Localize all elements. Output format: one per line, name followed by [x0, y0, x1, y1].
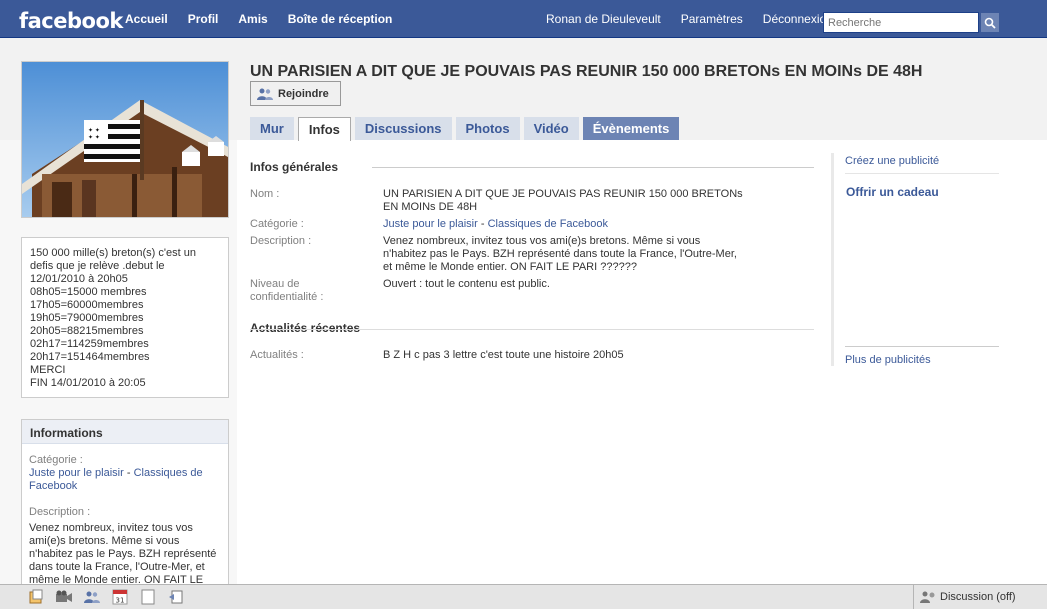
search-icon [984, 17, 996, 29]
nav-home[interactable]: Accueil [115, 12, 178, 26]
tab-info[interactable]: Infos [297, 117, 351, 141]
divider [372, 167, 814, 168]
category-link-fun[interactable]: Juste pour le plaisir [29, 467, 124, 479]
chat-status-icon [920, 591, 935, 603]
main-nav: Accueil Profil Amis Boîte de réception [115, 0, 402, 38]
category-link-classics[interactable]: Classiques de Facebook [488, 218, 608, 230]
divider [845, 346, 999, 347]
nav-inbox[interactable]: Boîte de réception [278, 12, 403, 26]
search-input[interactable] [823, 12, 979, 33]
description-line: 19h05=79000membres [30, 312, 144, 324]
description-value: Venez nombreux, invitez tous vos ami(e)s… [383, 235, 737, 273]
name-label: Nom : [250, 188, 280, 200]
tab-events[interactable]: Évènements [582, 117, 680, 140]
svg-text:✦ ✦: ✦ ✦ [88, 134, 100, 141]
tab-photos[interactable]: Photos [455, 117, 520, 140]
bookmark-icon[interactable] [166, 588, 186, 606]
group-profile-picture[interactable]: ✦ ✦ ✦ ✦ [21, 61, 229, 218]
description-line: 08h05=15000 membres [30, 286, 147, 298]
join-button[interactable]: Rejoindre [250, 81, 341, 106]
account-nav: Ronan de Dieuleveult Paramètres Déconnex… [536, 0, 843, 38]
group-tabs: Mur Infos Discussions Photos Vidéo Évène… [250, 117, 683, 141]
calendar-icon[interactable]: 31 [110, 588, 130, 606]
friends-icon[interactable] [82, 588, 102, 606]
description-text: Venez nombreux, invitez tous vos ami(e)s… [29, 522, 217, 586]
facebook-logo[interactable]: facebook [19, 9, 123, 33]
description-line: MERCI [30, 364, 66, 376]
tab-discussions[interactable]: Discussions [354, 117, 452, 140]
informations-box-body: Catégorie : Juste pour le plaisir - Clas… [22, 444, 228, 588]
description-line: 12/01/2010 à 20h05 [30, 273, 128, 285]
description-line: 150 000 mille(s) breton(s) c'est un [30, 247, 196, 259]
nav-profile[interactable]: Profil [178, 12, 229, 26]
privacy-value: Ouvert : tout le contenu est public. [383, 278, 550, 290]
description-line: 20h05=88215membres [30, 325, 144, 337]
description-line: 20h17=151464membres [30, 351, 150, 363]
category-label: Catégorie : [29, 454, 83, 466]
chat-label: Discussion (off) [940, 591, 1016, 603]
give-gift-link[interactable]: Offrir un cadeau [846, 185, 939, 199]
notes-icon[interactable] [138, 588, 158, 606]
chat-toggle[interactable]: Discussion (off) [920, 591, 1016, 603]
app-icons: 31 [26, 588, 186, 606]
nav-settings[interactable]: Paramètres [671, 12, 753, 26]
divider [250, 329, 814, 330]
applications-icon[interactable] [26, 588, 46, 606]
search-button[interactable] [980, 12, 1000, 33]
more-ads-link[interactable]: Plus de publicités [845, 354, 931, 366]
chat-bar: 31 Discussion (off) [0, 584, 1047, 609]
group-members-icon [257, 88, 273, 100]
group-description-box: 150 000 mille(s) breton(s) c'est un defi… [21, 237, 229, 398]
name-value: UN PARISIEN A DIT QUE JE POUVAIS PAS REU… [383, 188, 743, 213]
description-label: Description : [250, 235, 312, 247]
category-label: Catégorie : [250, 218, 304, 230]
category-separator: - [477, 218, 488, 230]
divider [845, 173, 999, 174]
informations-box: Informations Catégorie : Juste pour le p… [21, 419, 229, 589]
recent-news-heading: Actualités récentes [250, 321, 361, 335]
category-value: Juste pour le plaisir - Classiques de Fa… [383, 218, 743, 231]
nav-user-name[interactable]: Ronan de Dieuleveult [536, 12, 671, 26]
create-ad-link[interactable]: Créez une publicité [845, 155, 939, 167]
news-value: B Z H c pas 3 lettre c'est toute une his… [383, 349, 624, 361]
tab-video[interactable]: Vidéo [523, 117, 579, 140]
description-line: 17h05=60000membres [30, 299, 144, 311]
join-button-label: Rejoindre [278, 87, 329, 100]
informations-box-title: Informations [22, 420, 228, 444]
description-line: FIN 14/01/2010 à 20:05 [30, 377, 146, 389]
page-title: UN PARISIEN A DIT QUE JE POUVAIS PAS REU… [250, 63, 923, 80]
svg-text:✦ ✦: ✦ ✦ [88, 127, 100, 134]
privacy-label: Niveau de confidentialité : [250, 278, 324, 303]
category-separator: - [123, 467, 134, 479]
divider [913, 585, 914, 609]
tab-wall[interactable]: Mur [250, 117, 294, 140]
general-info-heading: Infos générales [250, 160, 339, 174]
description-label: Description : [29, 506, 91, 518]
description-line: 02h17=114259membres [30, 338, 149, 350]
category-link-fun[interactable]: Juste pour le plaisir [383, 218, 478, 230]
top-bar: facebook Accueil Profil Amis Boîte de ré… [0, 0, 1047, 38]
calendar-day: 31 [116, 597, 125, 605]
nav-friends[interactable]: Amis [228, 12, 277, 26]
description-line: defis que je relève .debut le [30, 260, 165, 272]
video-icon[interactable] [54, 588, 74, 606]
news-label: Actualités : [250, 349, 304, 361]
